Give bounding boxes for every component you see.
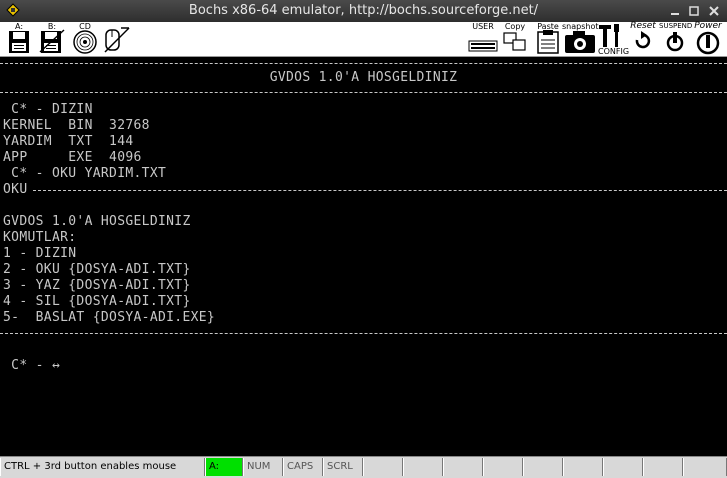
cdrom-icon [73, 30, 97, 54]
camera-icon [565, 31, 595, 53]
mouse-icon [104, 27, 130, 53]
help-line: GVDOS 1.0'A HOSGELDINIZ [3, 214, 191, 229]
status-slot [563, 458, 603, 476]
minimize-icon[interactable] [667, 3, 683, 19]
status-slot [603, 458, 643, 476]
suspend-icon [666, 32, 684, 52]
banner-divider [0, 92, 727, 93]
close-icon[interactable] [706, 3, 722, 19]
keyboard-icon [468, 40, 498, 52]
floppy-a-led: A: [205, 458, 243, 476]
snapshot-button[interactable]: snapshot [562, 22, 599, 56]
banner-title: GVDOS 1.0'A HOSGELDINIZ [269, 70, 458, 85]
copy-button[interactable]: Copy [501, 22, 529, 56]
bottom-divider [0, 333, 727, 334]
caps-lock-indicator: CAPS [283, 458, 323, 476]
status-bar: CTRL + 3rd button enables mouse A: NUM C… [0, 456, 727, 478]
status-slot [483, 458, 523, 476]
dir-row: KERNEL BIN 32768 [3, 118, 150, 133]
window-title: Bochs x86-64 emulator, http://bochs.sour… [188, 3, 539, 18]
status-slot [643, 458, 683, 476]
config-tools-icon [599, 24, 619, 47]
paste-button[interactable]: Paste [533, 22, 563, 56]
cdrom-button[interactable]: CD [70, 22, 100, 56]
help-line: KOMUTLAR: [3, 230, 77, 245]
dir-row: APP EXE 4096 [3, 150, 142, 165]
scroll-lock-indicator: SCRL [323, 458, 363, 476]
oku-header: OKU [3, 182, 28, 197]
floppy-disk-icon [9, 31, 29, 53]
mouse-hint: CTRL + 3rd button enables mouse [0, 458, 205, 476]
user-button[interactable]: USER [467, 22, 499, 56]
dir-row: YARDIM TXT 144 [3, 134, 134, 149]
help-line: 4 - SIL {DOSYA-ADI.TXT} [3, 294, 191, 309]
mouse-capture-button[interactable] [102, 22, 132, 56]
status-slot [683, 458, 727, 476]
command-prompt[interactable]: C* - ↔ [3, 358, 60, 374]
prompt-dizin: C* - DIZIN [3, 102, 93, 117]
help-line: 1 - DIZIN [3, 246, 77, 261]
oku-divider [33, 190, 727, 191]
prompt-oku: C* - OKU YARDIM.TXT [3, 166, 167, 181]
status-slot [443, 458, 483, 476]
help-line: 2 - OKU {DOSYA-ADI.TXT} [3, 262, 191, 277]
floppy-a-button[interactable]: A: [6, 22, 32, 56]
status-slot [363, 458, 403, 476]
num-lock-indicator: NUM [243, 458, 283, 476]
top-divider [0, 63, 727, 64]
copy-icon [503, 32, 526, 51]
bochs-toolbar: A: B: CD USER Copy Paste snapshot CONFIG… [0, 22, 727, 57]
floppy-disk-icon [39, 29, 65, 53]
window-titlebar[interactable]: Bochs x86-64 emulator, http://bochs.sour… [0, 0, 727, 22]
reset-icon [635, 31, 651, 49]
status-slot [523, 458, 563, 476]
floppy-b-button[interactable]: B: [38, 22, 66, 56]
power-button[interactable]: Power [692, 22, 724, 56]
help-line: 3 - YAZ {DOSYA-ADI.TXT} [3, 278, 191, 293]
power-icon [696, 31, 720, 55]
maximize-icon[interactable] [686, 3, 702, 19]
emulator-screen[interactable]: GVDOS 1.0'A HOSGELDINIZ C* - DIZIN KERNE… [0, 57, 727, 455]
config-button[interactable]: CONFIG [598, 22, 629, 56]
suspend-button[interactable]: SUSPEND [659, 22, 692, 56]
help-line: 5- BASLAT {DOSYA-ADI.EXE} [3, 310, 216, 325]
reset-button[interactable]: Reset [628, 22, 658, 56]
paste-icon [537, 30, 559, 54]
status-slot [403, 458, 443, 476]
